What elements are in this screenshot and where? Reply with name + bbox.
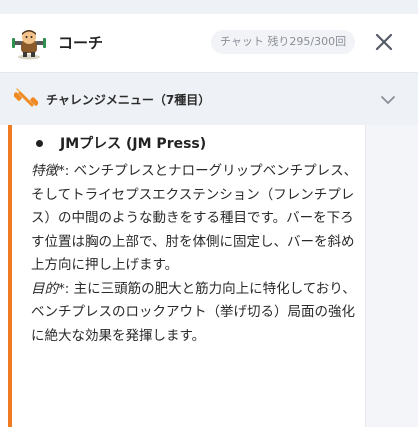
side-panel [366,125,418,427]
bullet-marker [36,140,43,147]
chat-header: コーチ チャット 残り295/300回 [0,14,418,73]
header-title: コーチ [58,34,104,52]
exercise-description: 特徴*: ベンチプレスとナローグリップベンチプレス、そしてトライセプスエクステン… [31,160,366,348]
remaining-chats-badge: チャット 残り295/300回 [211,30,356,54]
purpose-label: 目的 [31,280,58,297]
chevron-down-icon[interactable] [379,91,397,109]
purpose-text: 主に三頭筋の肥大と筋力向上に特化しており、ベンチプレスのロックアウト（挙げ切る）… [31,280,356,344]
purpose-suffix: *: [58,280,74,297]
dumbbell-icon [14,88,38,107]
feature-suffix: *: [58,163,74,179]
feature-label: 特徴 [31,163,58,179]
top-strip [0,0,418,14]
close-icon[interactable] [370,28,398,56]
message-card: JMプレス (JM Press) 特徴*: ベンチプレスとナローグリップベンチプ… [8,125,366,427]
challenge-menu-toggle[interactable]: チャレンジメニュー（7種目） [0,73,418,125]
exercise-name: JMプレス (JM Press) [60,136,207,152]
feature-text: ベンチプレスとナローグリップベンチプレス、そしてトライセプスエクステンション（フ… [31,163,358,273]
coach-avatar [12,30,46,60]
challenge-menu-title: チャレンジメニュー（7種目） [46,93,211,107]
